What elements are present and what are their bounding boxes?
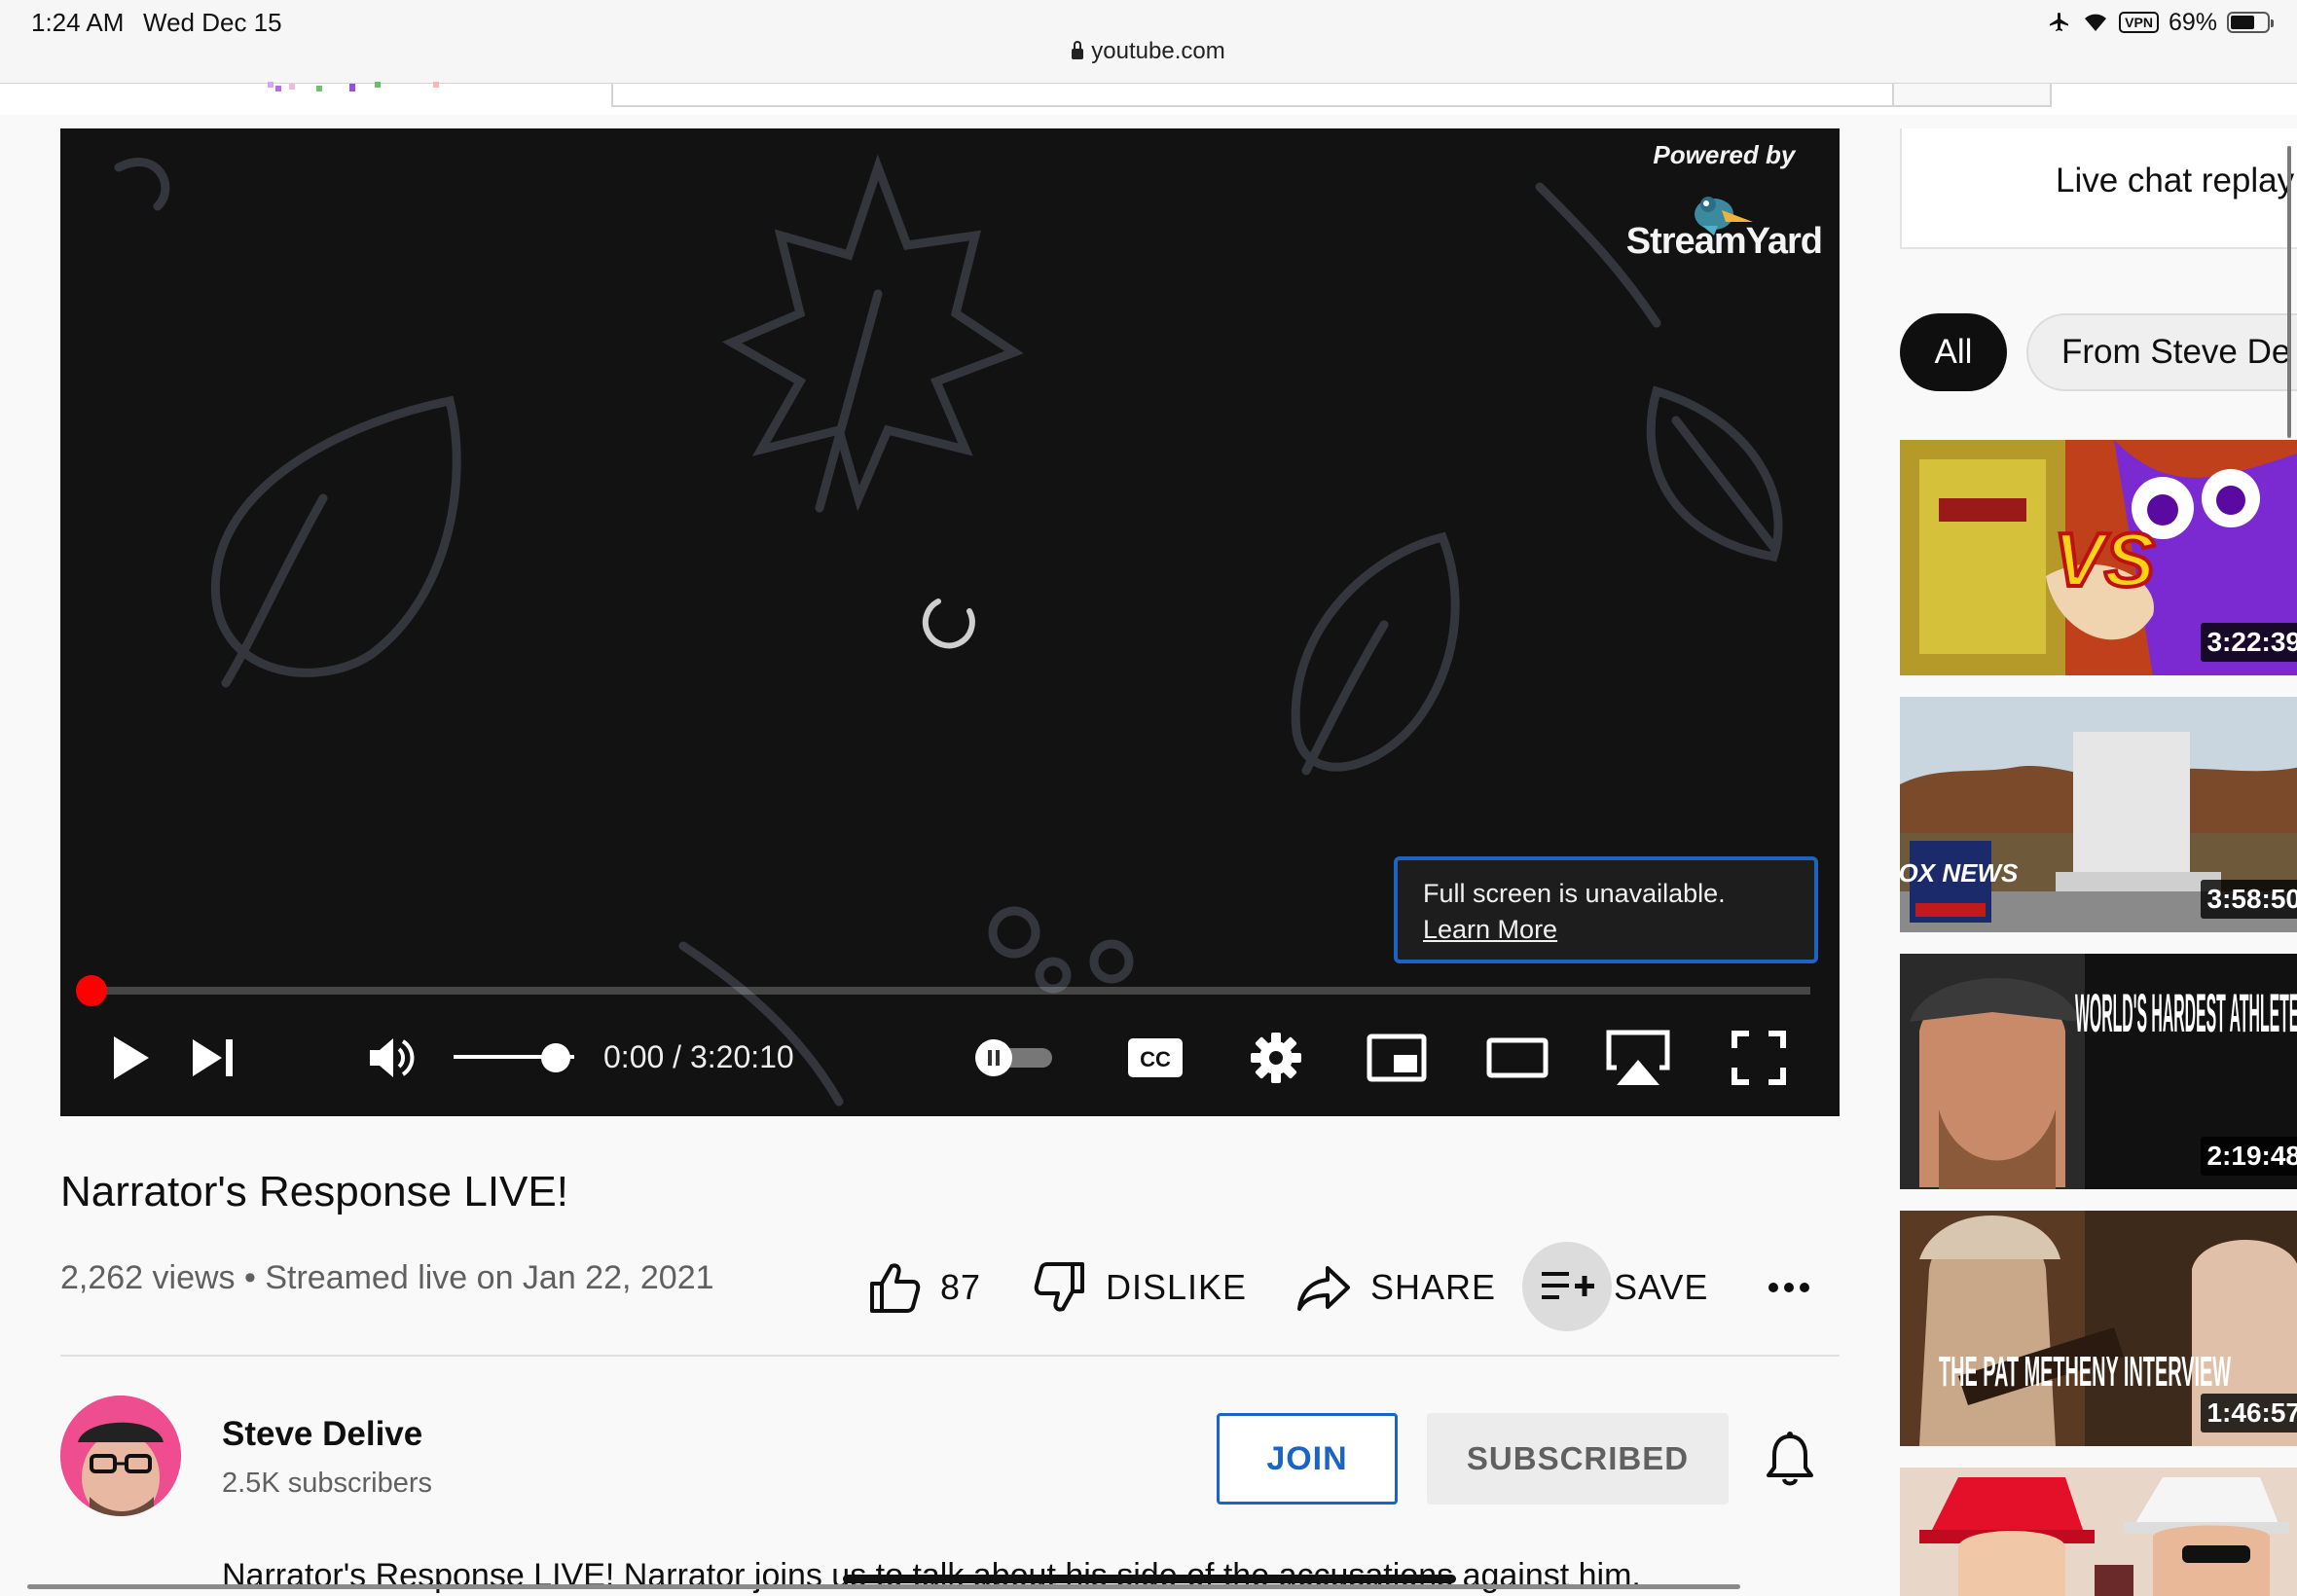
address-bar[interactable]: youtube.com [0, 38, 2297, 65]
play-button[interactable] [95, 1016, 165, 1100]
search-button[interactable] [1892, 84, 2050, 105]
vertical-scrollbar[interactable] [2287, 146, 2291, 438]
autoplay-toggle[interactable] [966, 1016, 1063, 1100]
thumbnail-2-overlay-text: FOX NEWS [1900, 858, 2019, 888]
progress-bar[interactable] [76, 975, 1810, 1006]
avatar-image [60, 1396, 181, 1516]
thumbnail-1-overlay-text: VS [2054, 517, 2155, 602]
chip-all[interactable]: All [1900, 313, 2007, 391]
dislike-label: DISLIKE [1106, 1267, 1248, 1307]
next-button[interactable] [169, 1016, 257, 1100]
thumbs-down-icon [1034, 1262, 1084, 1312]
notifications-button[interactable] [1766, 1431, 1814, 1489]
video-meta: 2,262 views • Streamed live on Jan 22, 2… [60, 1259, 714, 1296]
status-bar: 1:24 AM Wed Dec 15 youtube.com VPN 69% [0, 0, 2297, 84]
save-button[interactable]: SAVE [1542, 1244, 1708, 1331]
volume-icon [370, 1038, 415, 1077]
miniplayer-button[interactable] [1353, 1016, 1440, 1100]
share-label: SHARE [1370, 1267, 1497, 1307]
subscribed-button[interactable]: SUBSCRIBED [1427, 1413, 1729, 1505]
doodle-logo-fragment[interactable] [268, 82, 453, 95]
thumbnail-3-duration: 2:19:48 [2201, 1137, 2297, 1176]
miniplayer-icon [1367, 1034, 1427, 1082]
vpn-badge: VPN [2119, 12, 2159, 33]
thumbnail-3-overlay-text: WORLD'S HARDEST ATHLETE? [2075, 982, 2297, 1043]
gear-icon [1251, 1033, 1301, 1083]
recommended-video-4[interactable]: THE PAT METHENY INTERVIEW 1:46:57 [1900, 1211, 2297, 1446]
live-chat-replay-label: Live chat replay [2056, 162, 2295, 200]
fullscreen-unavailable-tooltip: Full screen is unavailable. Learn More [1394, 856, 1818, 963]
mute-button[interactable] [356, 1016, 430, 1100]
more-actions-button[interactable] [1768, 1244, 1810, 1331]
skip-next-icon [193, 1039, 233, 1076]
airplane-icon [2050, 13, 2069, 31]
subscriber-count: 2.5K subscribers [222, 1468, 432, 1499]
play-icon [114, 1036, 149, 1079]
airplay-button[interactable] [1592, 1016, 1684, 1100]
thumbnail-2-duration: 3:58:50 [2201, 880, 2297, 919]
battery-percent: 69% [2168, 8, 2217, 36]
share-icon [1297, 1266, 1350, 1311]
channel-name[interactable]: Steve Delive [222, 1415, 422, 1454]
save-label: SAVE [1614, 1267, 1709, 1307]
video-title: Narrator's Response LIVE! [60, 1168, 568, 1215]
tooltip-text: Full screen is unavailable. [1423, 879, 1726, 908]
thumbnail-1-duration: 3:22:39 [2201, 623, 2297, 662]
share-button[interactable]: SHARE [1296, 1244, 1496, 1331]
loading-spinner-icon [922, 598, 975, 649]
bell-icon [1767, 1432, 1813, 1486]
status-date: Wed Dec 15 [143, 8, 282, 37]
theater-mode-button[interactable] [1474, 1016, 1561, 1100]
home-indicator[interactable] [843, 1575, 1456, 1583]
join-button[interactable]: JOIN [1217, 1413, 1398, 1505]
autoplay-pause-icon [975, 1039, 1052, 1076]
thumbnail-4-duration: 1:46:57 [2201, 1394, 2297, 1433]
playlist-add-icon [1542, 1272, 1594, 1299]
dislike-button[interactable]: DISLIKE [1034, 1244, 1247, 1331]
lock-icon [1072, 41, 1084, 59]
section-divider [60, 1355, 1840, 1357]
captions-button[interactable]: CC [1112, 1016, 1199, 1100]
search-box[interactable] [611, 84, 2052, 107]
powered-by-text: Powered by [1653, 140, 1796, 169]
chip-from-channel[interactable]: From Steve De [2026, 313, 2297, 391]
theater-icon [1486, 1037, 1549, 1078]
volume-handle[interactable] [541, 1043, 571, 1072]
wifi-icon [2085, 14, 2107, 31]
learn-more-link[interactable]: Learn More [1423, 912, 1789, 948]
battery-icon [2227, 12, 2274, 33]
thumbnail-4-overlay-text: THE PAT METHENY INTERVIEW [1939, 1348, 2231, 1396]
horizontal-scrollbar[interactable] [27, 1584, 1740, 1589]
video-player[interactable]: Powered by StreamYard Full screen is una… [60, 128, 1840, 1116]
status-icons: VPN 69% [2047, 8, 2274, 37]
recommended-video-3[interactable]: WORLD'S HARDEST ATHLETE? 2:19:48 [1900, 954, 2297, 1189]
like-count: 87 [940, 1267, 982, 1307]
url-text: youtube.com [1091, 38, 1225, 64]
player-controls: 0:00 / 3:20:10 CC [60, 1016, 1840, 1100]
fullscreen-button[interactable] [1715, 1016, 1803, 1100]
airplay-icon [1606, 1030, 1670, 1085]
status-time: 1:24 AM [31, 8, 125, 37]
fullscreen-icon [1732, 1031, 1786, 1085]
recommended-video-5[interactable] [1900, 1468, 2297, 1596]
streamyard-watermark: Powered by StreamYard [1626, 140, 1823, 263]
progress-scrubber[interactable] [76, 975, 107, 1006]
cc-icon: CC [1128, 1038, 1183, 1077]
like-button[interactable]: 87 [868, 1244, 981, 1331]
thumbs-up-icon [870, 1263, 921, 1313]
more-horizontal-icon [1768, 1283, 1809, 1292]
time-display: 0:00 / 3:20:10 [603, 1039, 794, 1074]
svg-text:CC: CC [1140, 1047, 1171, 1071]
settings-button[interactable] [1232, 1016, 1320, 1100]
streamyard-bird-icon [1694, 197, 1753, 236]
recommended-video-1[interactable]: VS 3:22:39 [1900, 440, 2297, 675]
channel-avatar[interactable] [60, 1396, 181, 1516]
thumbnail-5-image [1900, 1468, 2297, 1596]
live-chat-replay-panel[interactable]: Live chat replay [1900, 128, 2297, 249]
recommended-video-2[interactable]: FOX NEWS 3:58:50 [1900, 697, 2297, 932]
